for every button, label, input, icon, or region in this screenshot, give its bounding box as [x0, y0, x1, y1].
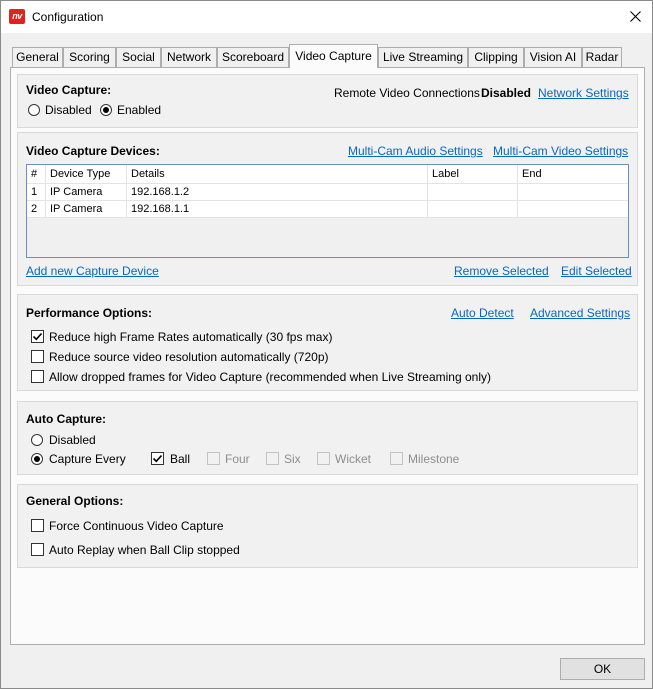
general-options-heading: General Options: [26, 494, 124, 508]
auto-capture-disabled-label: Disabled [49, 433, 96, 447]
tab-clipping[interactable]: Clipping [468, 47, 524, 67]
cell-label [428, 201, 518, 217]
general-options-group: General Options: Force Continuous Video … [17, 484, 638, 568]
capture-every-label: Capture Every [49, 452, 126, 466]
performance-options-group: Performance Options: Auto Detect Advance… [17, 294, 638, 391]
checkmark-icon [32, 332, 43, 341]
allow-dropped-frames-label: Allow dropped frames for Video Capture (… [49, 370, 492, 384]
cell-details: 192.168.1.2 [127, 184, 428, 200]
capture-ball-label: Ball [170, 452, 191, 466]
auto-replay-label: Auto Replay when Ball Clip stopped [49, 543, 240, 557]
table-header: # Device Type Details Label End [27, 165, 628, 184]
capture-six-label: Six [284, 452, 301, 466]
column-header-end[interactable]: End [518, 165, 628, 184]
auto-capture-disabled-radio[interactable] [31, 434, 43, 446]
column-header-device-type[interactable]: Device Type [46, 165, 127, 184]
capture-devices-group: Video Capture Devices: Multi-Cam Audio S… [17, 132, 638, 286]
cell-device-type: IP Camera [46, 201, 127, 217]
cell-label [428, 184, 518, 200]
allow-dropped-frames-checkbox[interactable] [31, 370, 44, 383]
video-capture-enabled-label: Enabled [117, 103, 162, 117]
auto-replay-checkbox[interactable] [31, 543, 44, 556]
cell-details: 192.168.1.1 [127, 201, 428, 217]
window-title: Configuration [32, 10, 104, 24]
capture-devices-table[interactable]: # Device Type Details Label End 1 IP Cam… [26, 164, 629, 258]
reduce-resolution-checkbox[interactable] [31, 350, 44, 363]
capture-devices-heading: Video Capture Devices: [26, 144, 160, 158]
close-button[interactable] [618, 1, 652, 31]
cell-end [518, 201, 628, 217]
advanced-settings-link[interactable]: Advanced Settings [530, 306, 630, 320]
tab-radar[interactable]: Radar [582, 47, 622, 67]
tab-live-streaming[interactable]: Live Streaming [378, 47, 468, 67]
tab-vision-ai[interactable]: Vision AI [524, 47, 582, 67]
capture-milestone-label: Milestone [408, 452, 460, 466]
title-bar: nv Configuration [1, 1, 652, 33]
tab-general[interactable]: General [12, 47, 63, 67]
tab-video-capture[interactable]: Video Capture [289, 44, 378, 68]
auto-capture-heading: Auto Capture: [26, 412, 106, 426]
tab-social[interactable]: Social [116, 47, 161, 67]
video-capture-disabled-radio[interactable] [28, 104, 40, 116]
cell-number: 2 [27, 201, 46, 217]
performance-options-heading: Performance Options: [26, 306, 153, 320]
app-logo-icon: nv [9, 9, 25, 24]
column-header-number[interactable]: # [27, 165, 46, 184]
add-capture-device-link[interactable]: Add new Capture Device [26, 264, 159, 278]
ok-button[interactable]: OK [560, 658, 645, 680]
cell-end [518, 184, 628, 200]
tab-network[interactable]: Network [161, 47, 217, 67]
capture-ball-checkbox[interactable] [151, 452, 164, 465]
reduce-frame-rates-label: Reduce high Frame Rates automatically (3… [49, 330, 333, 344]
remote-connections-label: Remote Video Connections [334, 86, 480, 100]
edit-selected-link[interactable]: Edit Selected [561, 264, 632, 278]
cell-device-type: IP Camera [46, 184, 127, 200]
auto-capture-group: Auto Capture: Disabled Capture Every Bal… [17, 401, 638, 475]
video-capture-disabled-label: Disabled [45, 103, 92, 117]
network-settings-link[interactable]: Network Settings [538, 86, 629, 100]
video-capture-heading: Video Capture: [26, 83, 112, 97]
capture-four-checkbox[interactable] [207, 452, 220, 465]
video-capture-enabled-radio[interactable] [100, 104, 112, 116]
auto-detect-link[interactable]: Auto Detect [451, 306, 514, 320]
remove-selected-link[interactable]: Remove Selected [454, 264, 549, 278]
tab-scoreboard[interactable]: Scoreboard [217, 47, 289, 67]
video-capture-page: Video Capture: Disabled Enabled Remote V… [10, 67, 645, 645]
video-capture-group: Video Capture: Disabled Enabled Remote V… [17, 74, 638, 128]
multicam-video-settings-link[interactable]: Multi-Cam Video Settings [493, 144, 628, 158]
force-continuous-capture-checkbox[interactable] [31, 519, 44, 532]
reduce-resolution-label: Reduce source video resolution automatic… [49, 350, 329, 364]
cell-number: 1 [27, 184, 46, 200]
capture-wicket-checkbox[interactable] [317, 452, 330, 465]
column-header-details[interactable]: Details [127, 165, 428, 184]
tab-scoring[interactable]: Scoring [63, 47, 116, 67]
table-row[interactable]: 2 IP Camera 192.168.1.1 [27, 201, 628, 218]
column-header-label[interactable]: Label [428, 165, 518, 184]
close-icon [629, 10, 641, 22]
capture-wicket-label: Wicket [335, 452, 371, 466]
remote-connections-status: Disabled [481, 86, 532, 100]
capture-every-radio[interactable] [31, 453, 43, 465]
checkmark-icon [152, 454, 163, 463]
capture-four-label: Four [225, 452, 250, 466]
configuration-window: nv Configuration General Scoring Social … [0, 0, 653, 689]
table-row[interactable]: 1 IP Camera 192.168.1.2 [27, 184, 628, 201]
multicam-audio-settings-link[interactable]: Multi-Cam Audio Settings [348, 144, 483, 158]
force-continuous-capture-label: Force Continuous Video Capture [49, 519, 224, 533]
capture-milestone-checkbox[interactable] [390, 452, 403, 465]
capture-six-checkbox[interactable] [266, 452, 279, 465]
reduce-frame-rates-checkbox[interactable] [31, 330, 44, 343]
